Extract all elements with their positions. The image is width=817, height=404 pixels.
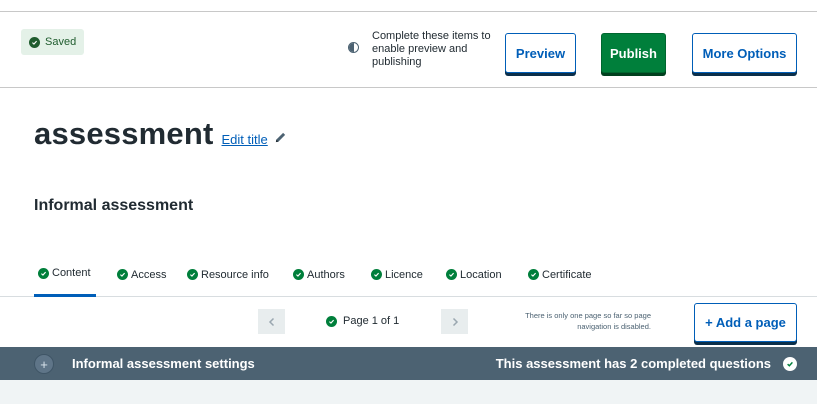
tab-access[interactable]: Access: [117, 258, 166, 297]
resource-subtitle: Informal assessment: [34, 197, 194, 214]
edit-title-link[interactable]: Edit title: [222, 132, 268, 147]
add-page-button[interactable]: + Add a page: [694, 303, 797, 342]
check-circle-icon: [29, 36, 40, 48]
publish-hint-text: Complete these items to enable preview a…: [372, 30, 491, 68]
editor-toolbar: Saved Complete these items to enable pre…: [0, 12, 817, 88]
check-circle-icon: [783, 357, 797, 371]
tab-location[interactable]: Location: [446, 258, 502, 297]
page-title: assessment: [34, 116, 214, 151]
assessment-settings-bar[interactable]: + Informal assessment settings This asse…: [0, 347, 817, 380]
tab-resource-info[interactable]: Resource info: [187, 258, 269, 297]
page-status: Page 1 of 1: [326, 315, 399, 327]
saved-status-badge: Saved: [21, 29, 85, 55]
tab-label: Authors: [307, 268, 345, 281]
check-circle-icon: [528, 269, 539, 280]
next-page-button[interactable]: [441, 309, 468, 334]
page-navigation: Page 1 of 1 There is only one page so fa…: [0, 298, 817, 346]
tab-label: Content: [52, 267, 91, 279]
publish-button[interactable]: Publish: [601, 33, 666, 73]
check-circle-icon: [371, 269, 382, 280]
check-circle-icon: [446, 269, 457, 280]
tab-authors[interactable]: Authors: [293, 258, 345, 297]
check-circle-icon: [117, 269, 128, 280]
pencil-icon[interactable]: [274, 131, 287, 144]
chevron-right-icon: [452, 317, 458, 326]
tab-label: Certificate: [542, 268, 592, 281]
half-circle-icon: [348, 42, 359, 53]
check-circle-icon: [38, 267, 49, 279]
tab-certificate[interactable]: Certificate: [528, 258, 592, 297]
page-status-label: Page 1 of 1: [343, 315, 400, 327]
saved-label: Saved: [45, 36, 77, 48]
page-navigation-note: There is only one page so far so page na…: [525, 311, 651, 331]
title-row: assessment Edit title: [34, 116, 287, 152]
more-options-button[interactable]: More Options: [692, 33, 797, 73]
assessment-settings-label: Informal assessment settings: [72, 356, 255, 371]
tab-content[interactable]: Content: [34, 258, 96, 297]
chevron-left-icon: [268, 317, 274, 326]
tab-label: Location: [460, 268, 502, 281]
check-circle-icon: [187, 269, 198, 280]
tab-label: Licence: [385, 268, 423, 281]
preview-button[interactable]: Preview: [505, 33, 576, 73]
tab-label: Access: [131, 268, 167, 281]
tab-licence[interactable]: Licence: [371, 258, 423, 297]
previous-page-button[interactable]: [258, 309, 285, 334]
tab-label: Resource info: [201, 268, 269, 281]
content-area-background: [0, 380, 817, 404]
completed-questions-status: This assessment has 2 completed question…: [495, 356, 771, 371]
plus-circle-icon[interactable]: +: [34, 354, 54, 374]
resource-tabs: Content Access Resource info Authors Lic…: [0, 258, 817, 297]
check-circle-icon: [326, 315, 337, 327]
check-circle-icon: [293, 269, 304, 280]
